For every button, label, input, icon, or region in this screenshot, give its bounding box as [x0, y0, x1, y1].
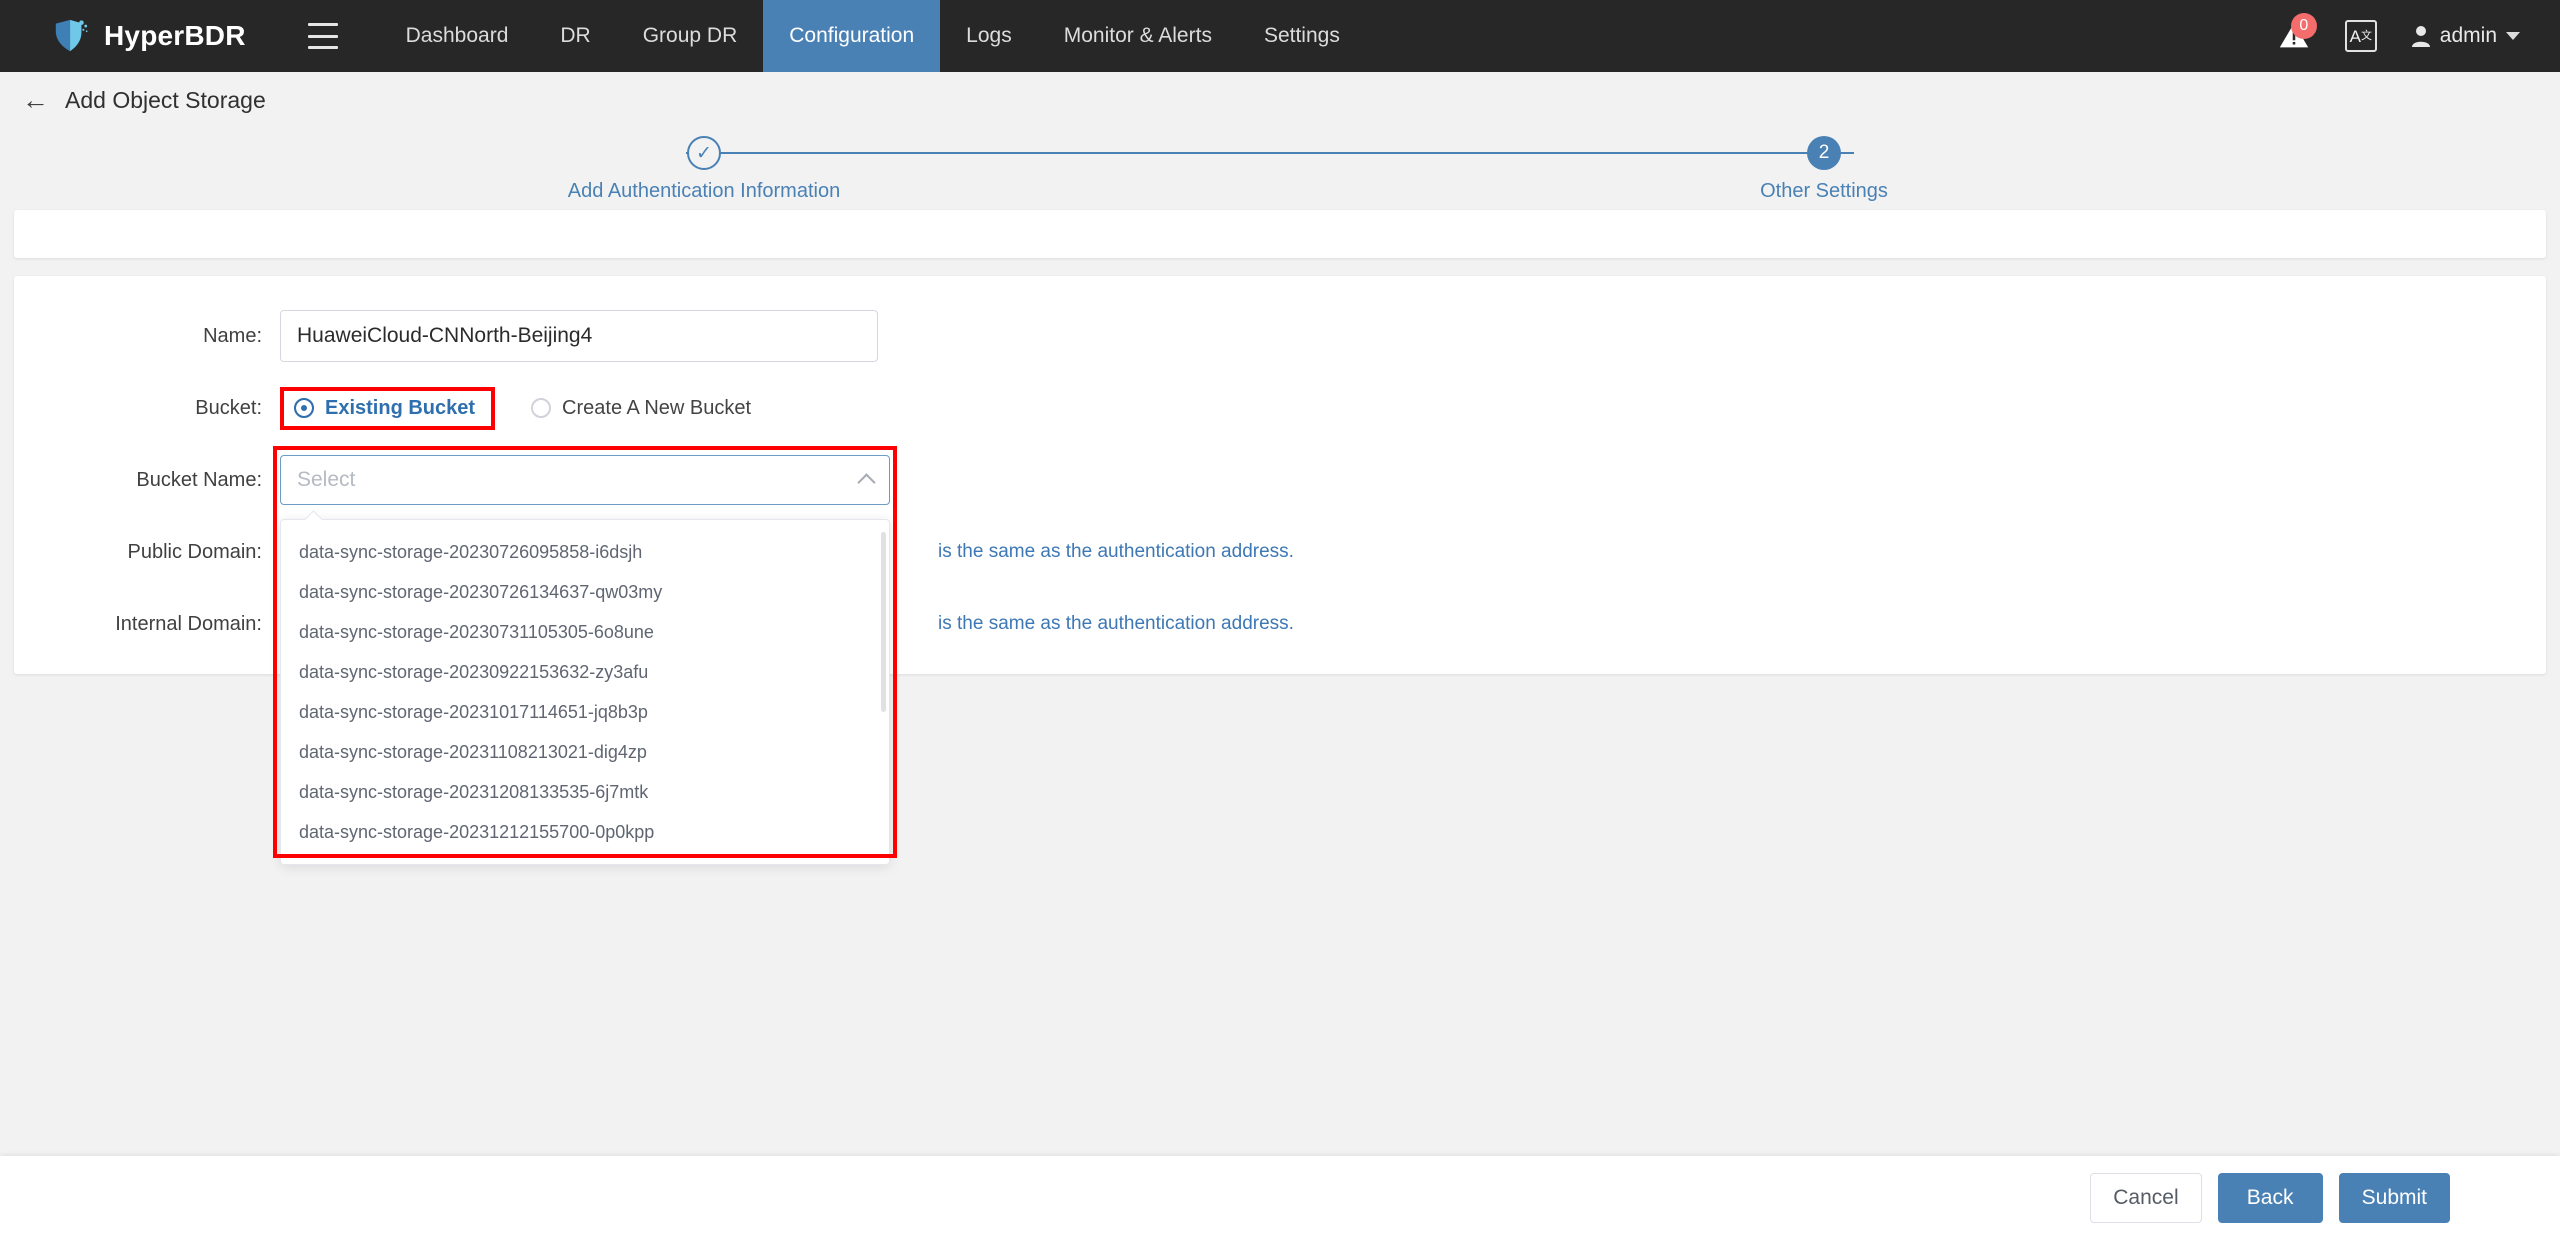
back-button[interactable]: Back	[2217, 1173, 2323, 1223]
nav-item-settings[interactable]: Settings	[1238, 0, 1366, 72]
chevron-up-icon	[857, 473, 876, 492]
language-switch-icon[interactable]: A文	[2344, 20, 2377, 52]
bucket-name-label: Bucket Name:	[136, 468, 262, 491]
chevron-down-icon	[2506, 32, 2520, 40]
page-title: Add Object Storage	[65, 86, 266, 113]
dropdown-option[interactable]: data-sync-storage-20230726095858-i6dsjh	[281, 532, 889, 572]
brand-name: HyperBDR	[104, 20, 246, 51]
radio-existing-bucket-dot	[294, 398, 314, 418]
brand-logo-area[interactable]: HyperBDR	[0, 17, 276, 55]
public-domain-hint: is the same as the authentication addres…	[938, 541, 1294, 562]
submit-button[interactable]: Submit	[2338, 1173, 2450, 1223]
dropdown-scrollbar[interactable]	[881, 532, 886, 712]
hyperbdr-shield-icon	[55, 19, 88, 52]
dropdown-option[interactable]: data-sync-storage-20231108213021-dig4zp	[281, 732, 889, 772]
navbar-right-actions: 0 A文 admin	[2277, 13, 2560, 53]
language-icon-sup: 文	[2360, 29, 2372, 42]
bucket-name-select[interactable]: Select	[280, 455, 890, 505]
cancel-button[interactable]: Cancel	[2090, 1173, 2202, 1223]
bucket-name-placeholder: Select	[297, 468, 356, 491]
public-domain-label: Public Domain:	[127, 540, 262, 563]
user-name: admin	[2439, 24, 2497, 47]
alert-button[interactable]: 0	[2277, 13, 2317, 53]
alert-count-badge: 0	[2290, 13, 2317, 39]
radio-existing-bucket-label: Existing Bucket	[325, 396, 476, 419]
step-2-marker: 2	[1807, 136, 1841, 170]
back-arrow-icon[interactable]: ←	[22, 86, 49, 114]
form-row-bucket: Bucket: Existing Bucket Create A New Buc…	[14, 382, 2546, 434]
radio-create-new-bucket-dot	[531, 398, 552, 418]
page-header: ← Add Object Storage	[0, 72, 2560, 128]
radio-create-new-bucket-label: Create A New Bucket	[562, 396, 752, 419]
name-label: Name:	[203, 324, 262, 347]
user-menu[interactable]: admin	[2411, 24, 2520, 48]
stepper-step-1[interactable]: ✓ Add Authentication Information	[554, 136, 854, 203]
step-2-label: Other Settings	[1760, 180, 1888, 202]
internal-domain-hint: is the same as the authentication addres…	[938, 613, 1294, 634]
dropdown-option[interactable]: data-sync-storage-20230726134637-qw03my	[281, 572, 889, 612]
form-row-bucket-name: Bucket Name: Select data-sync-storage-20…	[14, 446, 2546, 865]
nav-item-group-dr[interactable]: Group DR	[617, 0, 764, 72]
step-1-marker: ✓	[687, 136, 721, 170]
nav-item-dr[interactable]: DR	[534, 0, 616, 72]
top-navbar: HyperBDR Dashboard DR Group DR Configura…	[0, 0, 2560, 72]
top-card-strip	[14, 210, 2546, 258]
dropdown-option[interactable]: data-sync-storage-20230922153632-zy3afu	[281, 652, 889, 692]
main-nav: Dashboard DR Group DR Configuration Logs…	[380, 0, 1366, 72]
nav-item-dashboard[interactable]: Dashboard	[380, 0, 535, 72]
internal-domain-label: Internal Domain:	[115, 612, 262, 635]
name-input[interactable]	[280, 310, 878, 362]
bucket-label: Bucket:	[195, 396, 262, 419]
step-1-label: Add Authentication Information	[567, 180, 841, 202]
object-storage-form: Name: Bucket: Existing Bucket Create A N…	[14, 276, 2546, 865]
language-icon-letter: A	[2349, 26, 2361, 46]
dropdown-option[interactable]: data-sync-storage-20231208133535-6j7mtk	[281, 772, 889, 812]
radio-existing-bucket[interactable]: Existing Bucket	[280, 386, 496, 430]
form-row-name: Name:	[14, 310, 2546, 362]
nav-item-logs[interactable]: Logs	[940, 0, 1038, 72]
bucket-name-select-wrapper: Select data-sync-storage-20230726095858-…	[273, 446, 897, 865]
bucket-radio-group: Existing Bucket Create A New Bucket	[280, 386, 751, 430]
bucket-name-dropdown: data-sync-storage-20230726095858-i6dsjh …	[280, 519, 890, 865]
radio-create-new-bucket[interactable]: Create A New Bucket	[531, 397, 751, 420]
hamburger-icon[interactable]	[307, 23, 338, 49]
nav-item-monitor-alerts[interactable]: Monitor & Alerts	[1038, 0, 1238, 72]
dropdown-option[interactable]: data-sync-storage-20231212155700-0p0kpp	[281, 812, 889, 852]
footer-action-bar: Cancel Back Submit	[0, 1156, 2560, 1240]
stepper-step-2[interactable]: 2 Other Settings	[1674, 136, 1974, 203]
dropdown-option[interactable]: data-sync-storage-20231017114651-jq8b3p	[281, 692, 889, 732]
nav-item-configuration[interactable]: Configuration	[763, 0, 941, 72]
dropdown-option[interactable]: data-sync-storage-20230731105305-6o8une	[281, 612, 889, 652]
wizard-stepper: ✓ Add Authentication Information 2 Other…	[14, 128, 2546, 202]
user-avatar-icon	[2411, 26, 2430, 47]
